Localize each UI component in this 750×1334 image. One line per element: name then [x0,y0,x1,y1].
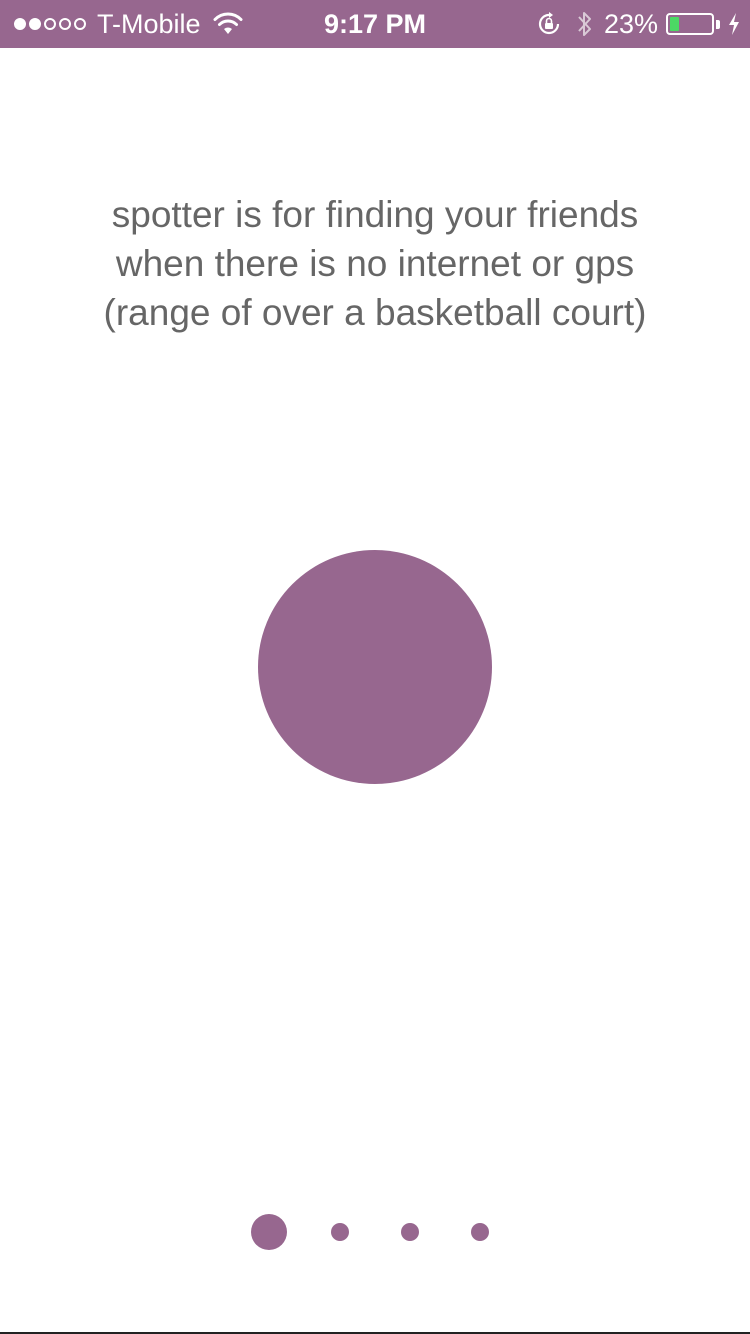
spotter-circle-graphic [258,550,492,784]
status-bar: T-Mobile 9:17 PM 23% [0,0,750,48]
battery-cap [716,19,720,29]
signal-dot [29,18,41,30]
battery-icon [666,13,714,35]
rotation-lock-icon [536,11,562,37]
description-line-1: spotter is for finding your friends [111,194,639,235]
onboarding-description: spotter is for finding your friends when… [0,190,750,337]
page-dot-4[interactable] [471,1223,489,1241]
page-dot-3[interactable] [401,1223,419,1241]
page-dot-1-active[interactable] [251,1214,287,1250]
description-line-3: (range of over a basketball court) [103,292,647,333]
page-indicator[interactable] [0,1214,750,1250]
signal-dot [74,18,86,30]
signal-strength-icon [14,18,89,30]
wifi-icon [213,12,243,36]
battery-level-fill [670,17,680,31]
bluetooth-icon [576,9,594,39]
signal-dot [59,18,71,30]
charging-bolt-icon [728,13,740,35]
carrier-name: T-Mobile [97,8,201,39]
status-right: 23% [536,0,740,48]
status-left: T-Mobile [14,0,243,48]
status-time: 9:17 PM [323,8,427,39]
page-dot-2[interactable] [331,1223,349,1241]
signal-dot [14,18,26,30]
description-line-2: when there is no internet or gps [115,243,635,284]
battery-percent: 23% [603,8,658,39]
signal-dot [44,18,56,30]
